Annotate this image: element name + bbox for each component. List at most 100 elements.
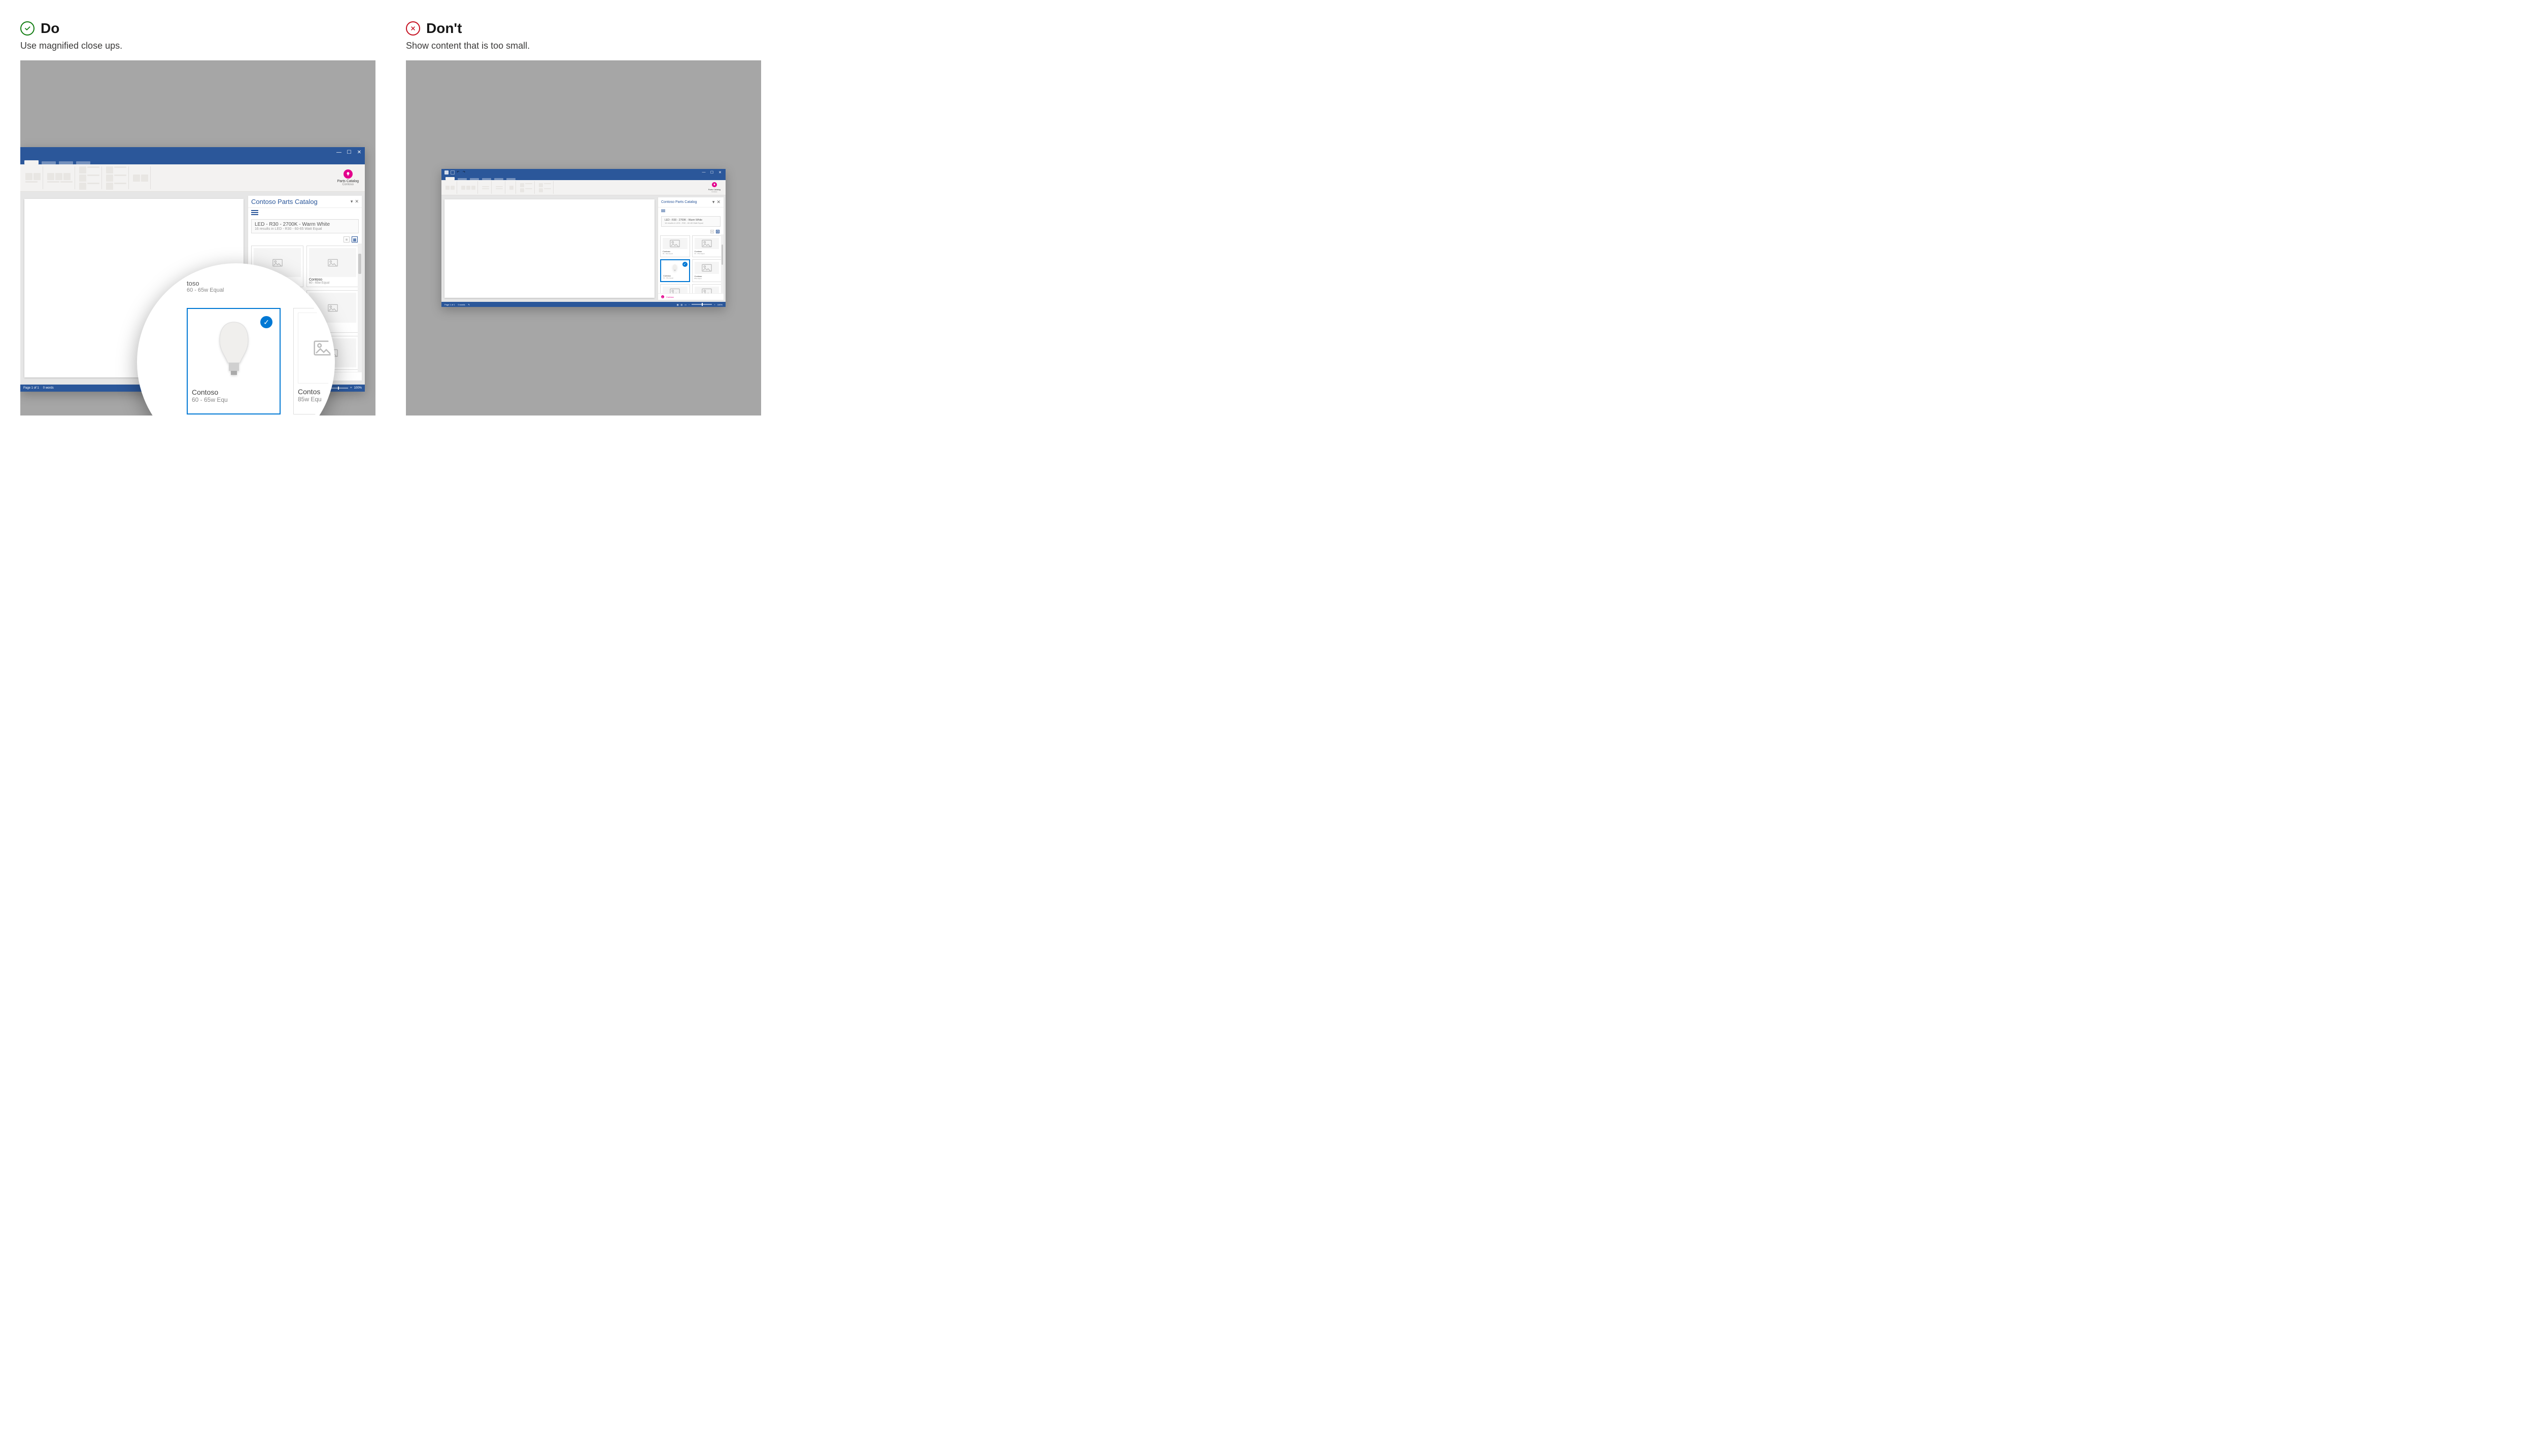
dont-heading: Don't [426,20,462,37]
view-mode-icon[interactable]: ▭ [684,303,687,306]
ribbon-addin-button[interactable]: Parts Catalog Contoso [705,181,724,194]
pane-close-icon[interactable]: ✕ [716,199,721,205]
addin-name: Parts Catalog [337,180,359,183]
do-thumbnail-frame: — ☐ ✕ [20,60,375,415]
window-close-icon[interactable]: ✕ [717,170,723,175]
do-subtitle: Use magnified close ups. [20,41,375,51]
window-titlebar: — ☐ ✕ [20,147,365,157]
list-view-icon[interactable]: ≡ [344,236,350,242]
view-toggle: ≡ ▦ [248,235,362,244]
search-sub: 16 results in LED - R30 - 60-65 Watt Equ… [665,222,717,224]
ribbon-tab[interactable] [24,160,39,164]
mag-right-sub: 85w Equ [298,396,335,403]
do-heading: Do [41,20,59,37]
pane-dropdown-icon[interactable]: ▾ [712,199,715,205]
zoom-in-icon[interactable]: + [350,387,352,390]
list-view-icon[interactable]: ≡ [710,230,714,233]
mag-sub: 60 - 65w Equal [187,287,224,293]
undo-icon[interactable]: ↶ [457,170,461,175]
view-toggle: ≡ ▦ [658,229,724,234]
addin-company: Contoso [708,191,721,193]
status-page: Page 1 of 1 [444,303,455,306]
x-circle-icon [406,21,420,36]
pane-title: Contoso Parts Catalog [661,200,697,204]
pane-header: Contoso Parts Catalog ▾ ✕ [658,197,724,207]
status-words: 0 words [43,387,54,390]
pane-dropdown-icon[interactable]: ▾ [351,199,353,204]
window-maximize-icon[interactable]: ☐ [709,170,714,175]
status-page: Page 1 of 1 [23,387,39,390]
ribbon: Parts Catalog Contoso [20,164,365,192]
lightbulb-icon [712,182,717,187]
window-titlebar: ↶ ↷ — ☐ ✕ [441,169,726,176]
status-proofing-icon[interactable]: ✎ [468,303,469,306]
result-card[interactable] [692,284,722,293]
word-window-dont: ↶ ↷ — ☐ ✕ [441,169,726,307]
ribbon-addin-button[interactable]: Parts Catalog Contoso [334,168,362,187]
zoom-out-icon[interactable]: − [689,303,690,306]
search-result-summary: LED - R30 - 2700K - Warm White 16 result… [251,219,359,233]
mag-sel-name: Contoso [192,388,276,396]
mag-name-partial: toso [187,280,224,287]
ribbon-tabs [20,157,365,164]
zoom-level: 100% [354,387,362,390]
result-card[interactable]: Contoso 60 - 65w Equal [692,235,722,257]
window-minimize-icon[interactable]: — [336,150,341,155]
status-words: 0 words [458,303,465,306]
result-card[interactable]: Contoso 60 - 65w Equal [660,235,690,257]
do-header: Do [20,20,375,37]
search-sub: 16 results in LED - R30 - 60-65 Watt Equ… [255,227,355,231]
result-card[interactable] [660,284,690,293]
view-mode-icon[interactable]: ▤ [681,303,683,306]
document-page[interactable] [444,199,655,298]
dont-header: Don't [406,20,761,37]
view-mode-icon[interactable]: ▦ [677,303,679,306]
save-icon[interactable] [451,170,455,175]
window-minimize-icon[interactable]: — [701,170,706,175]
dont-column: Don't Show content that is too small. ↶ … [406,20,761,415]
mag-right-name: Contos [298,388,335,396]
pane-menu-bar [248,208,362,217]
pane-close-icon[interactable]: ✕ [355,199,359,204]
footer-brand: Contoso [666,296,674,298]
mag-card-top: toso 60 - 65w Equal [187,280,224,293]
ribbon: Parts Catalog Contoso [441,180,726,195]
zoom-level: 100% [717,303,723,306]
mag-selected-card[interactable]: ✓ Contoso 60 - 65w Equ [187,308,281,414]
workspace: Contoso Parts Catalog ▾ ✕ LED - R30 - 27… [441,195,726,302]
do-column: Do Use magnified close ups. — ☐ ✕ [20,20,375,415]
grid-view-icon[interactable]: ▦ [352,236,358,242]
selected-check-icon: ✓ [260,316,272,328]
pane-header: Contoso Parts Catalog ▾ ✕ [248,196,362,208]
window-close-icon[interactable]: ✕ [357,150,362,155]
word-app-icon [444,170,449,175]
results-grid: Contoso 60 - 65w Equal Contoso 60 - 65w … [658,234,724,293]
zoom-in-icon[interactable]: + [714,303,715,306]
addin-company: Contoso [337,183,359,186]
ribbon-tabs [441,176,726,180]
pane-footer: C Contoso [658,293,724,300]
pane-title: Contoso Parts Catalog [251,198,318,205]
result-card-selected[interactable]: ✓ Contoso 60 - 65w Equal [660,259,690,282]
hamburger-icon[interactable] [251,210,258,215]
search-title: LED - R30 - 2700K - Warm White [255,222,355,227]
mag-right-card[interactable]: Contos 85w Equ [293,308,335,414]
hamburger-icon[interactable] [661,210,665,212]
scrollbar[interactable] [721,234,724,293]
magnifier-circle: toso 60 - 65w Equal ✓ Contoso 60 - 65w E… [137,263,335,415]
redo-icon[interactable]: ↷ [463,170,467,175]
selected-check-icon: ✓ [682,262,688,267]
task-pane: Contoso Parts Catalog ▾ ✕ LED - R30 - 27… [658,197,724,300]
dont-subtitle: Show content that is too small. [406,41,761,51]
search-result-summary: LED - R30 - 2700K - Warm White 16 result… [661,216,721,227]
check-circle-icon [20,21,35,36]
mag-sel-sub: 60 - 65w Equ [192,396,276,403]
scrollbar[interactable] [358,244,362,372]
result-card[interactable]: Contoso 85w Equal [692,259,722,282]
window-maximize-icon[interactable]: ☐ [347,150,352,155]
status-bar: Page 1 of 1 0 words ✎ ▦ ▤ ▭ − + 100% [441,302,726,307]
grid-view-icon[interactable]: ▦ [716,230,719,233]
dont-thumbnail-frame: ↶ ↷ — ☐ ✕ [406,60,761,415]
lightbulb-icon [344,169,353,179]
zoom-slider[interactable] [692,304,712,305]
